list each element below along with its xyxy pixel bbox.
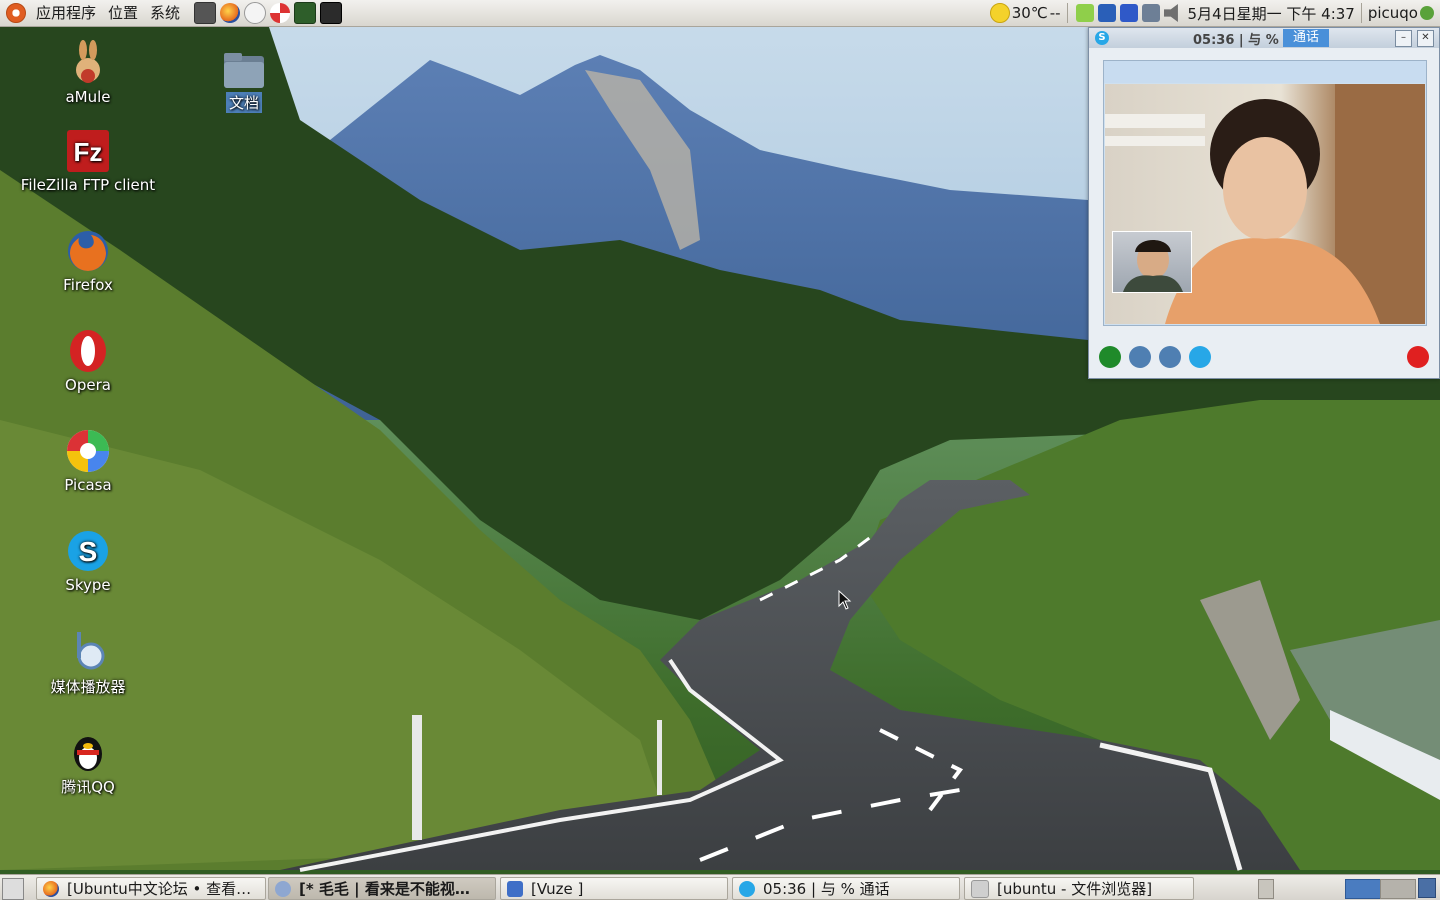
ubuntu-logo-icon[interactable] [6,3,26,23]
camera-icon[interactable] [194,2,217,24]
tray-separator [1066,3,1068,23]
weather-sun-icon[interactable] [989,3,1010,23]
media-player-icon [65,628,111,674]
network-icon[interactable] [1141,4,1160,22]
panel-tray: 30℃ -- 5月4日星期一 下午 4:37 picuqo [988,0,1440,26]
desktop-icon-label: Skype [65,576,111,594]
picasa-icon [65,428,111,474]
taskbar-item-vuze[interactable]: [Vuze ] [500,877,728,900]
weather-temperature[interactable]: 30℃ [1012,4,1048,22]
file-browser-icon [971,879,989,898]
skype-icon: S [1095,31,1109,45]
menu-system[interactable]: 系统 [144,0,186,26]
filezilla-icon: Fz [65,128,111,174]
hangup-button[interactable] [1407,346,1429,368]
skype-icon: S [65,528,111,574]
desktop-icon-label: Firefox [63,276,113,294]
call-duration-title: 05:36 | 与 % [1193,32,1279,48]
qq-icon [65,728,111,774]
taskbar-item-label: [Vuze ] [531,879,584,898]
desktop-icon-opera[interactable]: Opera [13,328,163,394]
video-header-bar [1104,61,1426,83]
firefox-icon[interactable] [220,3,241,23]
desktop-icon-qq[interactable]: 腾讯QQ [13,728,163,797]
desktop-icon-picasa[interactable]: Picasa [13,428,163,494]
folder-icon [221,50,267,90]
taskbar-item-label: 05:36 | 与 % 通话 [763,880,890,898]
clock-datetime[interactable]: 5月4日星期一 下午 4:37 [1188,3,1355,24]
desktop-icon-label: Picasa [64,476,112,494]
taskbar-item-pidgin-chat[interactable]: [* 毛毛 | 看来是不能视… [268,877,496,900]
bottom-panel: [Ubuntu中文论坛 • 查看… [* 毛毛 | 看来是不能视… [Vuze … [0,874,1440,900]
local-video-preview [1112,231,1192,293]
desktop-icon-label: aMule [65,88,111,106]
desktop-icon-firefox[interactable]: Firefox [13,228,163,294]
firefox-icon [43,880,59,897]
taskbar-item-label: [ubuntu - 文件浏览器] [997,880,1153,898]
desktop-icon-label: 文档 [225,92,262,113]
pidgin-tray-icon[interactable] [1075,4,1094,22]
shutdown-icon[interactable] [1420,6,1434,20]
desktop-icon-documents[interactable]: 文档 [169,50,319,113]
opera-icon [65,328,111,374]
taskbar-item-ubuntu-forum[interactable]: [Ubuntu中文论坛 • 查看… [36,877,266,900]
workspace-switcher-1[interactable] [1345,879,1381,899]
clock-icon[interactable] [244,2,267,24]
desktop-icon-label: Opera [65,376,111,394]
desktop-icon-filezilla[interactable]: Fz FileZilla FTP client [13,128,163,194]
skype-call-window[interactable]: S 05:36 | 与 % 通话 – ✕ [1088,27,1440,379]
svg-text:Fz: Fz [74,137,103,167]
show-desktop-button[interactable] [2,878,24,900]
weather-suffix: -- [1049,4,1061,22]
top-panel: 应用程序 位置 系统 30℃ -- 5月4日星期一 下午 4:37 picuqo [0,0,1440,27]
call-title-label: 通话 [1283,29,1330,47]
trash-icon[interactable] [1258,879,1274,899]
workspace-switcher-2[interactable] [1380,879,1416,899]
taskbar-item-skype-call[interactable]: 05:36 | 与 % 通话 [732,877,960,900]
help-icon[interactable] [270,3,291,23]
pidgin-icon [275,880,291,897]
skype-icon [739,880,755,897]
user-name[interactable]: picuqo [1368,4,1418,22]
menu-places[interactable]: 位置 [102,0,144,26]
video-toggle-button[interactable] [1189,346,1211,368]
info-icon[interactable] [1119,4,1138,22]
taskbar-item-label: [Ubuntu中文论坛 • 查看… [67,880,252,898]
svg-text:S: S [79,536,98,567]
volume-icon[interactable] [1163,4,1178,22]
amule-icon [65,40,111,86]
taskbar-item-label: [* 毛毛 | 看来是不能视… [299,880,470,898]
terminal-icon[interactable] [320,2,343,24]
dialpad-button[interactable] [1159,346,1181,368]
desktop-icon-label: 媒体播放器 [50,678,126,696]
desktop-icon-amule[interactable]: aMule [13,40,163,106]
desktop-icon-label: 腾讯QQ [61,778,115,796]
desktop-icon-media-player[interactable]: 媒体播放器 [13,628,163,697]
tray-separator [1360,3,1362,23]
taskbar-item-file-browser[interactable]: [ubuntu - 文件浏览器] [964,877,1194,900]
vuze-tray-icon[interactable] [1097,4,1116,22]
close-button[interactable]: ✕ [1417,30,1434,47]
minimize-button[interactable]: – [1395,30,1412,47]
video-frame [1103,60,1427,326]
trash-can-icon[interactable] [1418,878,1436,898]
desktop-icon-skype[interactable]: S Skype [13,528,163,594]
mute-microphone-button[interactable] [1129,346,1151,368]
system-monitor-icon[interactable] [294,2,317,24]
menu-applications[interactable]: 应用程序 [30,0,102,26]
firefox-icon [65,228,111,274]
mouse-cursor-icon [838,590,852,610]
skype-window-titlebar[interactable]: S 05:36 | 与 % 通话 – ✕ [1089,28,1439,48]
local-video-image [1123,240,1183,292]
desktop-icon-label: FileZilla FTP client [20,176,156,194]
vuze-icon [507,880,523,897]
hold-call-button[interactable] [1099,346,1121,368]
